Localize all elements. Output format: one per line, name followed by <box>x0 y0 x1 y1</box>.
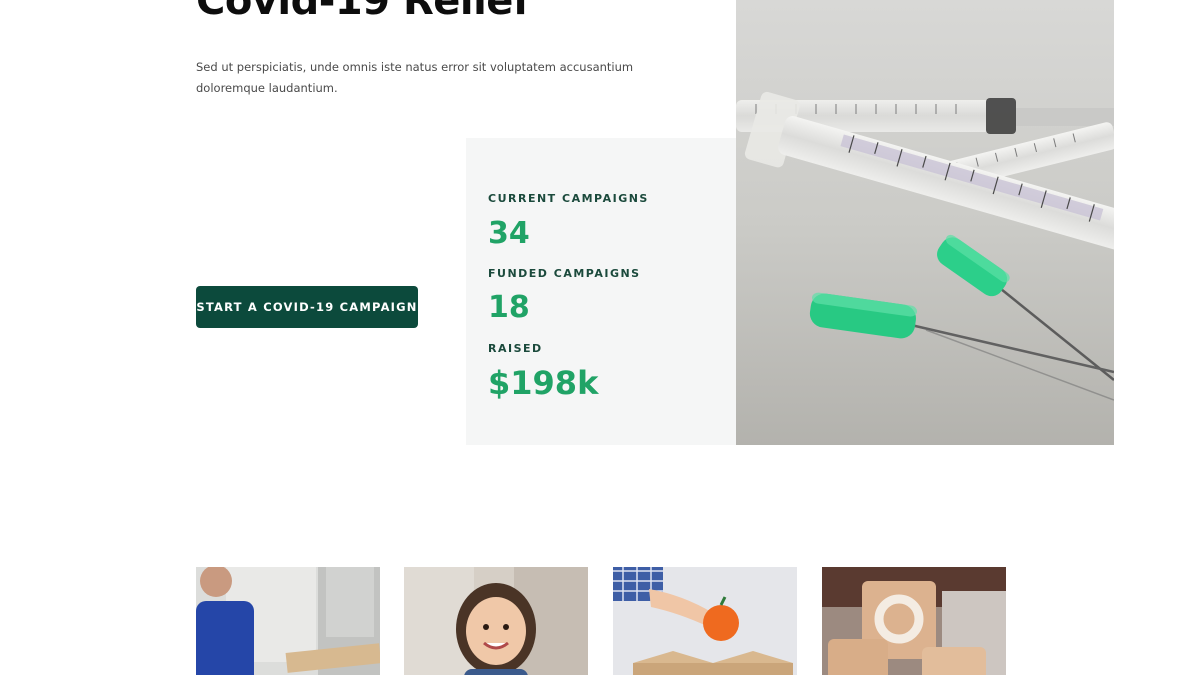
worker-illustration <box>196 567 380 675</box>
funded-campaigns-value: 18 <box>488 290 530 325</box>
gallery-image-orange-box[interactable] <box>613 567 797 675</box>
gallery-image-worker[interactable] <box>196 567 380 675</box>
start-campaign-button[interactable]: START A COVID-19 CAMPAIGN <box>196 286 418 328</box>
stats-card: CURRENT CAMPAIGNS 34 FUNDED CAMPAIGNS 18… <box>466 138 738 445</box>
child-illustration <box>404 567 588 675</box>
syringes-image <box>736 0 1114 445</box>
current-campaigns-label: CURRENT CAMPAIGNS <box>488 192 649 205</box>
gallery-image-child[interactable] <box>404 567 588 675</box>
funded-campaigns-label: FUNDED CAMPAIGNS <box>488 267 641 280</box>
wooden-blocks-illustration <box>822 567 1006 675</box>
orange-box-illustration <box>613 567 797 675</box>
raised-label: RAISED <box>488 342 543 355</box>
page-title: Covid-19 Relief <box>196 0 530 24</box>
gallery-image-wooden-blocks[interactable] <box>822 567 1006 675</box>
current-campaigns-value: 34 <box>488 216 530 251</box>
hero-description: Sed ut perspiciatis, unde omnis iste nat… <box>196 60 634 95</box>
raised-value: $198k <box>488 364 599 402</box>
syringes-illustration <box>736 0 1114 445</box>
